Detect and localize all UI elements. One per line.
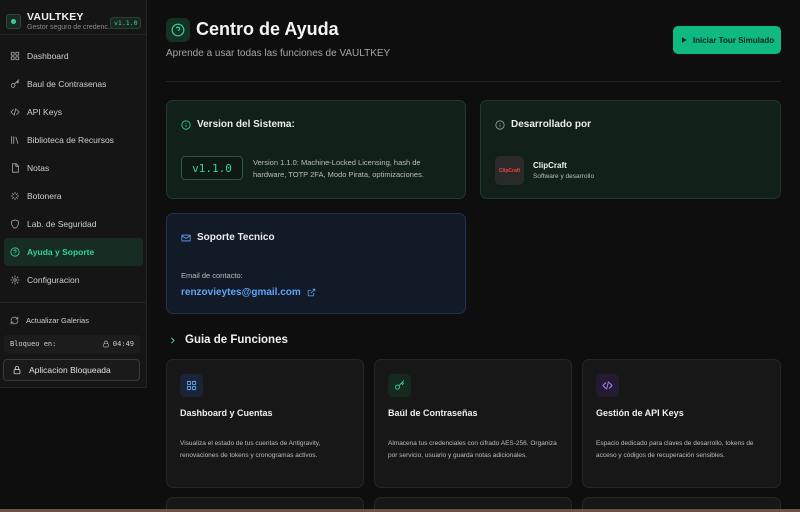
- sidebar-item-help[interactable]: Ayuda y Soporte: [4, 238, 143, 266]
- sidebar-item-label: Ayuda y Soporte: [27, 247, 95, 257]
- help-header-icon: [166, 18, 190, 42]
- feature-card-dashboard[interactable]: Dashboard y Cuentas Visualiza el estado …: [166, 359, 364, 488]
- page-title: Centro de Ayuda: [196, 19, 339, 39]
- developer-role: Software y desarrollo: [533, 173, 595, 180]
- sidebar-item-botonera[interactable]: Botonera: [4, 182, 143, 210]
- lock-icon: [103, 340, 109, 348]
- help-icon: [10, 247, 20, 257]
- sidebar-item-settings[interactable]: Configuracion: [4, 266, 143, 294]
- tour-button-label: Iniciar Tour Simulado: [692, 35, 775, 45]
- feature-title: Gestión de API Keys: [596, 408, 684, 418]
- sidebar-item-label: Biblioteca de Recursos: [27, 135, 114, 145]
- sidebar-item-label: Configuracion: [27, 275, 80, 285]
- note-icon: [12, 163, 19, 173]
- sidebar-item-dashboard[interactable]: Dashboard: [4, 42, 143, 70]
- chevron-right-icon: [171, 337, 175, 343]
- feature-card-passwords[interactable]: Baúl de Contraseñas Almacena tus credenc…: [374, 359, 572, 488]
- guide-title: Guia de Funciones: [185, 334, 288, 346]
- feature-description: Almacena tus credenciales con cifrado AE…: [388, 440, 557, 459]
- divider: [0, 34, 147, 35]
- external-link-icon: [307, 288, 316, 297]
- sidebar-item-library[interactable]: Biblioteca de Recursos: [4, 126, 143, 154]
- version-badge: v1.1.0: [181, 156, 243, 180]
- card-title: Soporte Tecnico: [197, 232, 275, 243]
- sidebar-item-passwords[interactable]: Baul de Contrasenas: [4, 70, 143, 98]
- system-version-card: Version del Sistema: v1.1.0 Version 1.1.…: [166, 100, 466, 199]
- app-window: VAULTKEY Gestor seguro de credenc... v1.…: [0, 0, 800, 512]
- key-icon: [388, 374, 411, 397]
- refresh-label: Actualizar Galerias: [26, 315, 89, 325]
- sidebar: VAULTKEY Gestor seguro de credenc... v1.…: [0, 0, 147, 388]
- auto-lock-timer: Bloqueo en: 04:49: [4, 335, 140, 353]
- clipcraft-logo: ClipCraft: [495, 156, 524, 185]
- sparkle-icon: [10, 191, 20, 201]
- main-content: Centro de Ayuda Aprende a usar todas las…: [148, 0, 800, 512]
- refresh-icon: [10, 316, 19, 324]
- lock-icon: [13, 365, 21, 375]
- sidebar-item-label: Dashboard: [27, 51, 69, 61]
- card-title: Desarrollado por: [511, 119, 592, 130]
- page-subtitle: Aprende a usar todas las funciones de VA…: [166, 48, 391, 59]
- lock-timer: 04:49: [112, 340, 134, 348]
- feature-description: Espacio dedicado para claves de desarrol…: [596, 440, 754, 459]
- lock-label: Bloqueo en:: [10, 340, 57, 348]
- guide-section-toggle[interactable]: Guia de Funciones: [168, 334, 288, 346]
- sidebar-nav: Dashboard Baul de Contrasenas API Keys B…: [0, 42, 147, 294]
- feature-description: Visualiza el estado de tus cuentas de An…: [180, 440, 321, 459]
- feature-card-api-keys[interactable]: Gestión de API Keys Espacio dedicado par…: [582, 359, 781, 488]
- lock-button-label: Aplicacion Bloqueada: [29, 365, 111, 375]
- developer-name: ClipCraft: [533, 161, 567, 170]
- sidebar-item-label: Botonera: [27, 191, 62, 201]
- shield-icon: [11, 219, 19, 229]
- grid-icon: [180, 374, 203, 397]
- version-badge: v1.1.0: [110, 17, 142, 29]
- email-text: renzovieytes@gmail.com: [181, 287, 301, 298]
- refresh-galleries-button[interactable]: Actualizar Galerias: [4, 311, 89, 329]
- developer-card: Desarrollado por ClipCraft ClipCraft Sof…: [480, 100, 781, 199]
- card-title: Version del Sistema:: [197, 119, 295, 130]
- divider: [0, 302, 147, 303]
- play-icon: [681, 37, 687, 43]
- library-icon: [11, 136, 19, 144]
- code-icon: [596, 374, 619, 397]
- sidebar-item-api-keys[interactable]: API Keys: [4, 98, 143, 126]
- gear-icon: [10, 275, 20, 285]
- sidebar-item-security-lab[interactable]: Lab. de Seguridad: [4, 210, 143, 238]
- support-email-link[interactable]: renzovieytes@gmail.com: [181, 287, 316, 298]
- info-icon: [181, 119, 191, 130]
- sidebar-item-label: Notas: [27, 163, 50, 173]
- feature-title: Baúl de Contraseñas: [388, 408, 478, 418]
- info-icon: [495, 119, 505, 130]
- sidebar-item-notes[interactable]: Notas: [4, 154, 143, 182]
- grid-icon: [10, 51, 20, 61]
- key-icon: [10, 79, 20, 88]
- mail-icon: [181, 234, 191, 241]
- feature-title: Dashboard y Cuentas: [180, 408, 273, 418]
- sidebar-item-label: Baul de Contrasenas: [27, 79, 107, 89]
- vault-logo-icon: [6, 13, 21, 29]
- code-icon: [10, 108, 20, 116]
- sidebar-item-label: API Keys: [27, 107, 62, 117]
- divider: [166, 81, 781, 82]
- sidebar-item-label: Lab. de Seguridad: [27, 219, 97, 229]
- start-tour-button[interactable]: Iniciar Tour Simulado: [673, 26, 781, 54]
- email-label: Email de contacto:: [181, 271, 243, 280]
- version-description: Version 1.1.0: Machine-Locked Licensing,…: [253, 158, 424, 179]
- support-card: Soporte Tecnico Email de contacto: renzo…: [166, 213, 466, 314]
- lock-app-button[interactable]: Aplicacion Bloqueada: [3, 359, 140, 381]
